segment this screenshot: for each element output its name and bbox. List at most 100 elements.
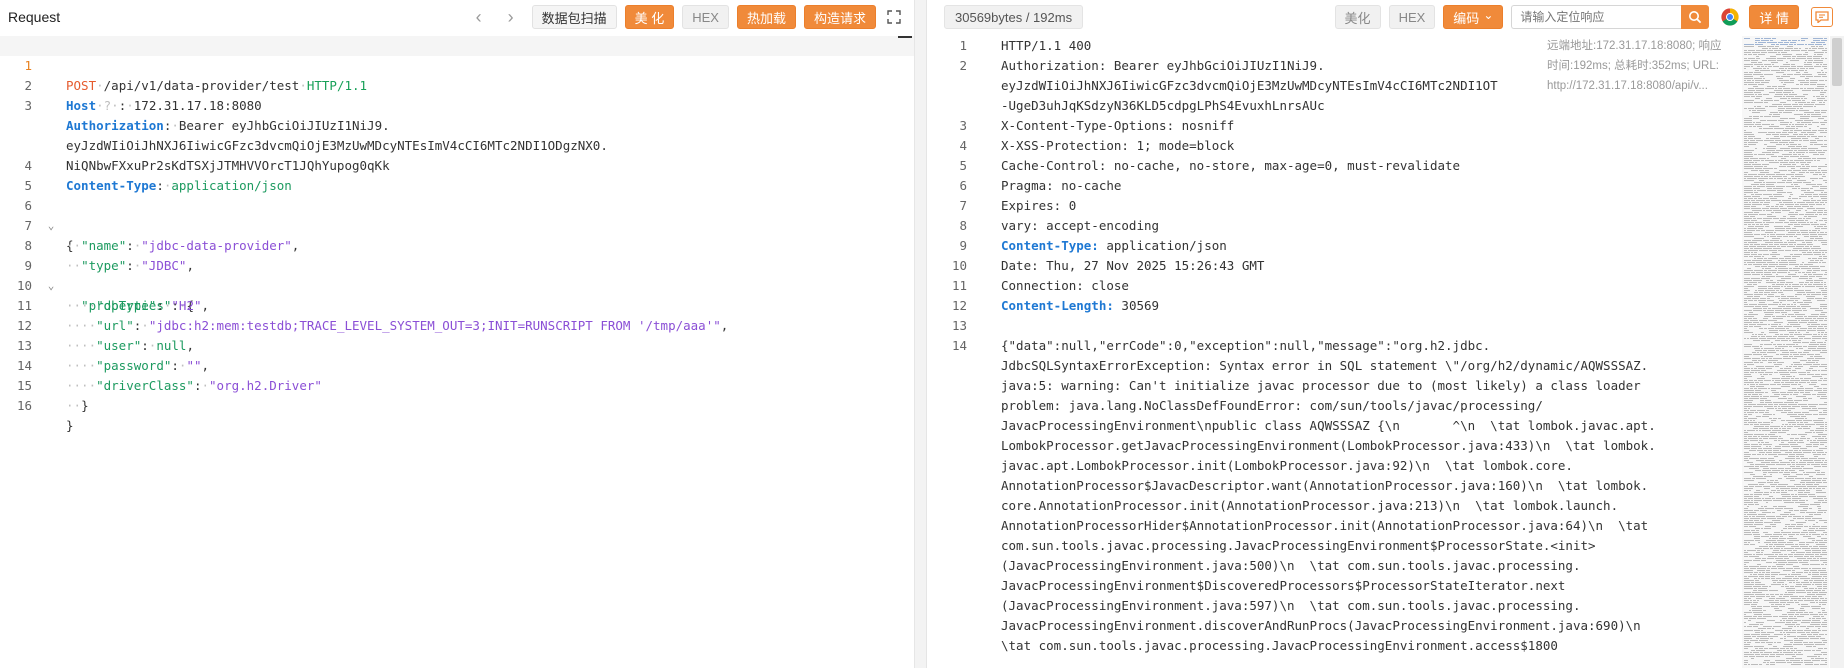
request-line: 10 ····"dbType":·"H2",	[0, 256, 914, 313]
response-line: LombokProcessor.getJavacProcessingEnviro…	[927, 436, 1742, 456]
response-line: 11 Connection: close	[927, 276, 1742, 296]
response-text: JavacProcessingEnvironment\npublic class…	[1001, 418, 1656, 433]
response-line: com.sun.tools.javac.processing.JavacProc…	[927, 536, 1742, 556]
request-line: 6 ⌄ {	[0, 176, 914, 253]
request-line: 1 POST·/api/v1/data-provider/test·HTTP/1…	[0, 36, 914, 93]
response-line: -UgeD3uhJqKSdzyN36KLD5cdpgLPhS4EvuxhLnrs…	[927, 96, 1742, 116]
hot-load-button[interactable]: 热加载	[736, 5, 796, 29]
request-panel: Request ‹ › 数据包扫描 美 化 HEX 热加载 构造请求 1 POS…	[0, 0, 915, 668]
response-line: core.AnnotationProcessor.init(Annotation…	[927, 496, 1742, 516]
response-line: 14 {"data":null,"errCode":0,"exception":n…	[927, 336, 1742, 356]
response-text: JavacProcessingEnvironment$DiscoveredPro…	[1001, 578, 1566, 593]
request-line: 14 ····"driverClass":·"org.h2.Driver"	[0, 336, 914, 393]
response-line: \tat com.sun.tools.javac.processing.Java…	[927, 636, 1742, 656]
request-title: Request	[8, 9, 61, 25]
response-line: (JavacProcessingEnvironment.java:597)\n …	[927, 596, 1742, 616]
request-line: 5	[0, 156, 914, 193]
response-line: AnnotationProcessor$JavacDescriptor.want…	[927, 476, 1742, 496]
hex-button[interactable]: HEX	[1388, 5, 1436, 29]
forward-arrow-icon[interactable]: ›	[500, 6, 522, 28]
response-line: 8 vary: accept-encoding	[927, 216, 1742, 236]
response-text: (JavacProcessingEnvironment.java:597)\n …	[1001, 598, 1581, 613]
fullscreen-icon[interactable]	[884, 7, 904, 27]
response-text: 30569	[1113, 298, 1160, 313]
request-line: 7 ··"name":·"jdbc-data-provider",	[0, 196, 914, 253]
http-tester-app: Request ‹ › 数据包扫描 美 化 HEX 热加载 构造请求 1 POS…	[0, 0, 1847, 668]
response-line: JavacProcessingEnvironment.discoverAndRu…	[927, 616, 1742, 636]
response-text: -UgeD3uhJqKSdzyN36KLD5cdpgLPhS4EvuxhLnrs…	[1001, 98, 1325, 113]
build-request-button[interactable]: 构造请求	[803, 5, 876, 29]
request-line: 2 Host·?·:·172.31.17.18:8080	[0, 56, 914, 113]
scrollbar-thumb[interactable]	[1832, 38, 1842, 86]
header-key: Content-Length:	[1001, 298, 1114, 313]
response-line: 3 X-Content-Type-Options: nosniff	[927, 116, 1742, 136]
remote-info-line: 远端地址:172.31.17.18:8080; 响应	[1547, 40, 1722, 52]
response-text: Expires: 0	[1001, 198, 1077, 213]
request-line: 3 Authorization:·Bearer eyJhbGciOiJIUzI1…	[0, 76, 914, 133]
panel-splitter[interactable]	[915, 0, 927, 668]
response-toolbar: 30569bytes / 192ms 美化 HEX 编码 详 情	[927, 0, 1847, 34]
back-arrow-icon[interactable]: ‹	[468, 6, 490, 28]
remote-info-line: http://172.31.17.18:8080/api/v...	[1547, 80, 1708, 92]
request-line: 9 ⌄ ··"properties":·{	[0, 236, 914, 313]
line-number: 11	[951, 278, 967, 293]
line-number: 9	[959, 238, 967, 253]
response-line: 6 Pragma: no-cache	[927, 176, 1742, 196]
response-line: JavacProcessingEnvironment$DiscoveredPro…	[927, 576, 1742, 596]
response-line: 13	[927, 316, 1742, 336]
response-editor[interactable]: 1 HTTP/1.1 400 2 Authorization: Bearer eyJh…	[927, 36, 1742, 668]
search-icon[interactable]	[1681, 5, 1710, 29]
response-text: {"data":null,"errCode":0,"exception":nul…	[1001, 338, 1491, 353]
request-editor[interactable]: 1 POST·/api/v1/data-provider/test·HTTP/1…	[0, 36, 914, 668]
request-line: 4 Content-Type:·application/json	[0, 136, 914, 193]
response-line: problem: java.lang.NoClassDefFoundError:…	[927, 396, 1742, 416]
response-text: Connection: close	[1001, 278, 1129, 293]
response-text: JdbcSQLSyntaxErrorException: Syntax erro…	[1001, 358, 1649, 373]
response-line: 4 X-XSS-Protection: 1; mode=block	[927, 136, 1742, 156]
chrome-browser-icon[interactable]	[1721, 8, 1739, 26]
line-number: 10	[951, 258, 967, 273]
vertical-scrollbar[interactable]	[1830, 36, 1844, 668]
response-text: Cache-Control: no-cache, no-store, max-a…	[1001, 158, 1461, 173]
request-line: eyJzdWIiOiJhNXJ6IiwicGFzc3dvcmQiOjE3MzUw…	[0, 96, 914, 153]
scrollbar[interactable]	[898, 36, 912, 38]
request-line: NiQNbwFXxuPr2sKdTSXjJTMHVVOrcT1JQhYupog0…	[0, 116, 914, 173]
encoding-dropdown[interactable]: 编码	[1443, 5, 1504, 29]
code-minimap[interactable]	[1742, 36, 1829, 668]
line-number: 14	[951, 338, 967, 353]
response-text: LombokProcessor.getJavacProcessingEnviro…	[1001, 438, 1656, 453]
response-line: 5 Cache-Control: no-cache, no-store, max-…	[927, 156, 1742, 176]
beautify-button[interactable]: 美化	[1334, 5, 1381, 29]
locate-search-input[interactable]	[1511, 5, 1682, 29]
response-text: com.sun.tools.javac.processing.JavacProc…	[1001, 538, 1596, 553]
line-number: 3	[959, 118, 967, 133]
details-button[interactable]: 详 情	[1749, 5, 1799, 29]
response-line: 9 Content-Type: application/json	[927, 236, 1742, 256]
response-text: AnnotationProcessorHider$AnnotationProce…	[1001, 518, 1649, 533]
response-line: 10 Date: Thu, 27 Nov 2025 15:26:43 GMT	[927, 256, 1742, 276]
response-text: java:5: warning: Can't initialize javac …	[1001, 378, 1641, 393]
response-text: application/json	[1098, 238, 1227, 253]
request-line: 11 ····"url":·"jdbc:h2:mem:testdb;TRACE_…	[0, 276, 914, 333]
response-line: 12 Content-Length: 30569	[927, 296, 1742, 316]
message-icon[interactable]	[1811, 7, 1833, 27]
request-line: 16 }	[0, 376, 914, 433]
request-line: 13 ····"password":·"",	[0, 316, 914, 373]
response-size-badge: 30569bytes / 192ms	[944, 5, 1084, 29]
line-number: 2	[959, 58, 967, 73]
line-number: 1	[959, 38, 967, 53]
response-text: Pragma: no-cache	[1001, 178, 1122, 193]
line-number: 6	[959, 178, 967, 193]
remote-info: 远端地址:172.31.17.18:8080; 响应 时间:192ms; 总耗时…	[1547, 36, 1747, 96]
beautify-button[interactable]: 美 化	[624, 5, 675, 29]
hex-button[interactable]: HEX	[682, 5, 729, 29]
response-text: JavacProcessingEnvironment.discoverAndRu…	[1001, 618, 1656, 633]
response-text: \tat com.sun.tools.javac.processing.Java…	[1001, 638, 1558, 653]
remote-info-line: 时间:192ms; 总耗时:352ms; URL:	[1547, 60, 1719, 72]
line-number: 13	[951, 318, 967, 333]
response-line: javac.apt.LombokProcessor.init(LombokPro…	[927, 456, 1742, 476]
request-toolbar: Request ‹ › 数据包扫描 美 化 HEX 热加载 构造请求	[0, 0, 914, 34]
line-number: 7	[959, 198, 967, 213]
packet-scan-button[interactable]: 数据包扫描	[531, 5, 617, 29]
response-text: AnnotationProcessor$JavacDescriptor.want…	[1001, 478, 1649, 493]
